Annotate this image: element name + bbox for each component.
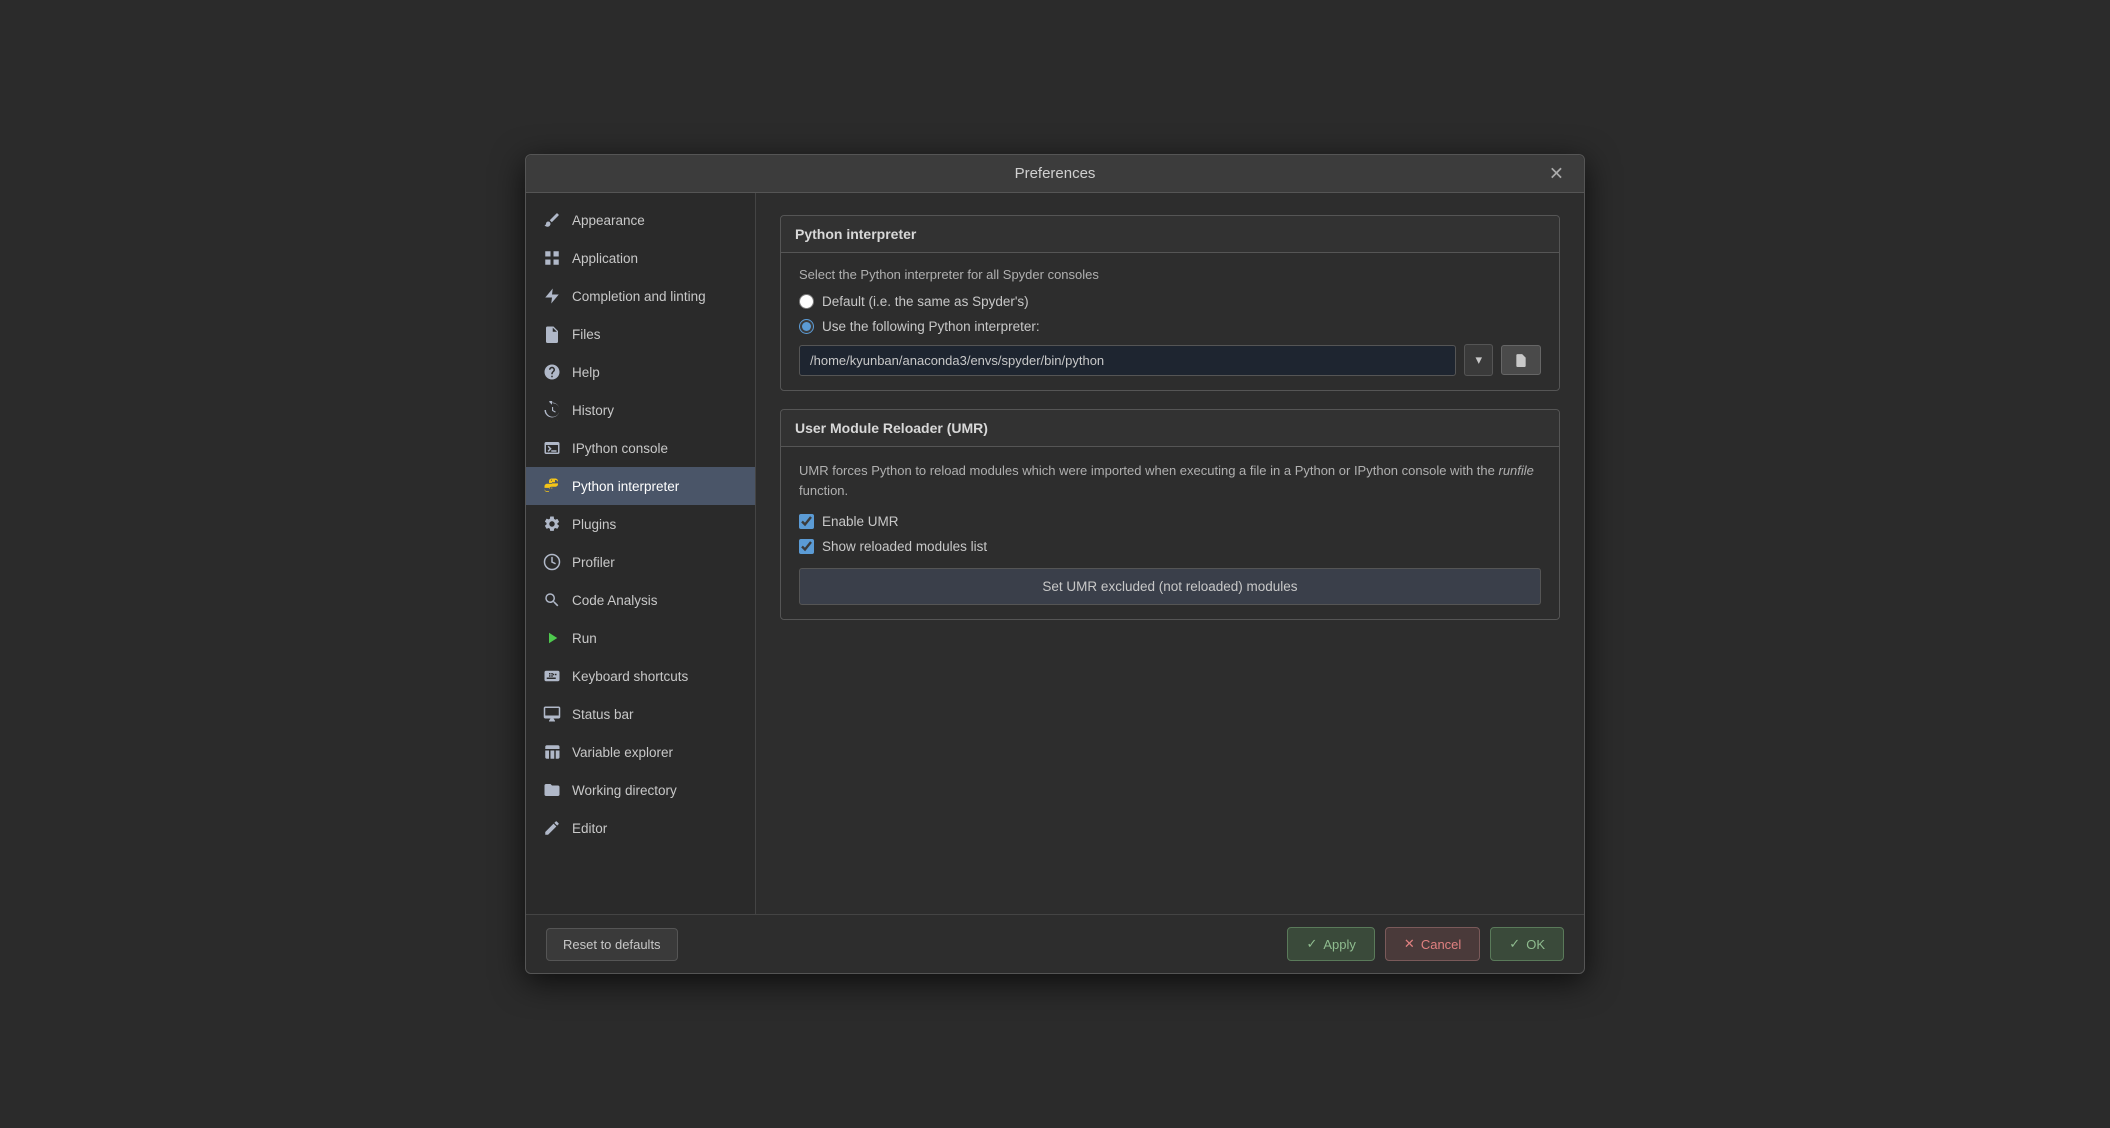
files-icon xyxy=(542,324,562,344)
umr-body: UMR forces Python to reload modules whic… xyxy=(781,447,1559,619)
umr-desc-part1: UMR forces Python to reload modules whic… xyxy=(799,463,1498,478)
sidebar-item-editor[interactable]: Editor xyxy=(526,809,755,847)
umr-desc-italic: runfile xyxy=(1498,463,1533,478)
enable-umr-checkbox[interactable] xyxy=(799,514,814,529)
file-open-icon xyxy=(1514,353,1528,367)
grid-icon xyxy=(542,248,562,268)
interpreter-dropdown-button[interactable]: ▾ xyxy=(1464,344,1493,376)
sidebar-label-run: Run xyxy=(572,631,597,646)
main-content: Python interpreter Select the Python int… xyxy=(756,193,1584,914)
sidebar-item-status-bar[interactable]: Status bar xyxy=(526,695,755,733)
enable-umr-option[interactable]: Enable UMR xyxy=(799,514,1541,529)
sidebar-label-variable-explorer: Variable explorer xyxy=(572,745,673,760)
umr-title: User Module Reloader (UMR) xyxy=(781,410,1559,447)
apply-checkmark-icon: ✓ xyxy=(1306,936,1317,952)
sidebar-item-working-directory[interactable]: Working directory xyxy=(526,771,755,809)
table-icon xyxy=(542,742,562,762)
folder-icon xyxy=(542,780,562,800)
play-icon xyxy=(542,628,562,648)
sidebar-item-python-interpreter[interactable]: Python interpreter xyxy=(526,467,755,505)
show-reloaded-option[interactable]: Show reloaded modules list xyxy=(799,539,1541,554)
footer-action-buttons: ✓ Apply ✕ Cancel ✓ OK xyxy=(1287,927,1564,961)
sidebar-item-variable-explorer[interactable]: Variable explorer xyxy=(526,733,755,771)
cancel-x-icon: ✕ xyxy=(1404,936,1415,952)
sidebar-label-help: Help xyxy=(572,365,600,380)
dialog-footer: Reset to defaults ✓ Apply ✕ Cancel ✓ OK xyxy=(526,914,1584,973)
search-icon xyxy=(542,590,562,610)
dialog-header: Preferences ✕ xyxy=(526,155,1584,193)
python-interpreter-section: Python interpreter Select the Python int… xyxy=(780,215,1560,391)
sidebar-label-python-interpreter: Python interpreter xyxy=(572,479,679,494)
keyboard-icon xyxy=(542,666,562,686)
sidebar-label-working-directory: Working directory xyxy=(572,783,677,798)
question-icon xyxy=(542,362,562,382)
terminal-icon xyxy=(542,438,562,458)
show-reloaded-checkbox[interactable] xyxy=(799,539,814,554)
radio-custom-input[interactable] xyxy=(799,319,814,334)
python-interpreter-body: Select the Python interpreter for all Sp… xyxy=(781,253,1559,390)
sidebar-label-keyboard: Keyboard shortcuts xyxy=(572,669,688,684)
python-interpreter-title: Python interpreter xyxy=(781,216,1559,253)
cancel-button[interactable]: ✕ Cancel xyxy=(1385,927,1480,961)
radio-custom-option[interactable]: Use the following Python interpreter: xyxy=(799,319,1541,334)
umr-description: UMR forces Python to reload modules whic… xyxy=(799,461,1541,500)
sidebar-item-run[interactable]: Run xyxy=(526,619,755,657)
sidebar-item-completion[interactable]: Completion and linting xyxy=(526,277,755,315)
monitor-icon xyxy=(542,704,562,724)
interpreter-file-button[interactable] xyxy=(1501,345,1541,375)
dialog-body: Appearance Application Completion and li… xyxy=(526,193,1584,914)
dialog-title: Preferences xyxy=(1015,165,1096,182)
umr-desc-part2: function. xyxy=(799,483,848,498)
sidebar-item-appearance[interactable]: Appearance xyxy=(526,201,755,239)
sidebar-item-ipython[interactable]: IPython console xyxy=(526,429,755,467)
interpreter-path-row: ▾ xyxy=(799,344,1541,376)
sidebar-item-code-analysis[interactable]: Code Analysis xyxy=(526,581,755,619)
interpreter-path-input[interactable] xyxy=(799,345,1456,376)
sidebar-label-code-analysis: Code Analysis xyxy=(572,593,658,608)
show-reloaded-label: Show reloaded modules list xyxy=(822,539,987,554)
python-icon xyxy=(542,476,562,496)
apply-label: Apply xyxy=(1323,937,1356,952)
lightning-icon xyxy=(542,286,562,306)
radio-default-label: Default (i.e. the same as Spyder's) xyxy=(822,294,1029,309)
apply-button[interactable]: ✓ Apply xyxy=(1287,927,1374,961)
sidebar-item-keyboard[interactable]: Keyboard shortcuts xyxy=(526,657,755,695)
set-umr-button[interactable]: Set UMR excluded (not reloaded) modules xyxy=(799,568,1541,605)
sidebar-label-application: Application xyxy=(572,251,638,266)
sidebar-label-ipython: IPython console xyxy=(572,441,668,456)
sidebar-label-appearance: Appearance xyxy=(572,213,645,228)
sidebar-item-files[interactable]: Files xyxy=(526,315,755,353)
preferences-dialog: Preferences ✕ Appearance Application xyxy=(525,154,1585,974)
enable-umr-label: Enable UMR xyxy=(822,514,899,529)
sidebar: Appearance Application Completion and li… xyxy=(526,193,756,914)
radio-default-option[interactable]: Default (i.e. the same as Spyder's) xyxy=(799,294,1541,309)
sidebar-label-profiler: Profiler xyxy=(572,555,615,570)
sidebar-label-editor: Editor xyxy=(572,821,607,836)
sidebar-item-help[interactable]: Help xyxy=(526,353,755,391)
sidebar-label-files: Files xyxy=(572,327,601,342)
sidebar-label-history: History xyxy=(572,403,614,418)
pencil-icon xyxy=(542,818,562,838)
umr-section: User Module Reloader (UMR) UMR forces Py… xyxy=(780,409,1560,620)
sidebar-label-plugins: Plugins xyxy=(572,517,616,532)
sidebar-item-plugins[interactable]: Plugins xyxy=(526,505,755,543)
sidebar-label-status-bar: Status bar xyxy=(572,707,634,722)
radio-custom-label: Use the following Python interpreter: xyxy=(822,319,1040,334)
reset-to-defaults-button[interactable]: Reset to defaults xyxy=(546,928,678,961)
sidebar-item-profiler[interactable]: Profiler xyxy=(526,543,755,581)
profiler-icon xyxy=(542,552,562,572)
ok-checkmark-icon: ✓ xyxy=(1509,936,1520,952)
python-interpreter-desc: Select the Python interpreter for all Sp… xyxy=(799,267,1541,282)
gear-icon xyxy=(542,514,562,534)
ok-label: OK xyxy=(1526,937,1545,952)
close-button[interactable]: ✕ xyxy=(1543,161,1570,186)
cancel-label: Cancel xyxy=(1421,937,1461,952)
sidebar-item-history[interactable]: History xyxy=(526,391,755,429)
radio-default-input[interactable] xyxy=(799,294,814,309)
sidebar-item-application[interactable]: Application xyxy=(526,239,755,277)
ok-button[interactable]: ✓ OK xyxy=(1490,927,1564,961)
clock-icon xyxy=(542,400,562,420)
sidebar-label-completion: Completion and linting xyxy=(572,289,706,304)
brush-icon xyxy=(542,210,562,230)
